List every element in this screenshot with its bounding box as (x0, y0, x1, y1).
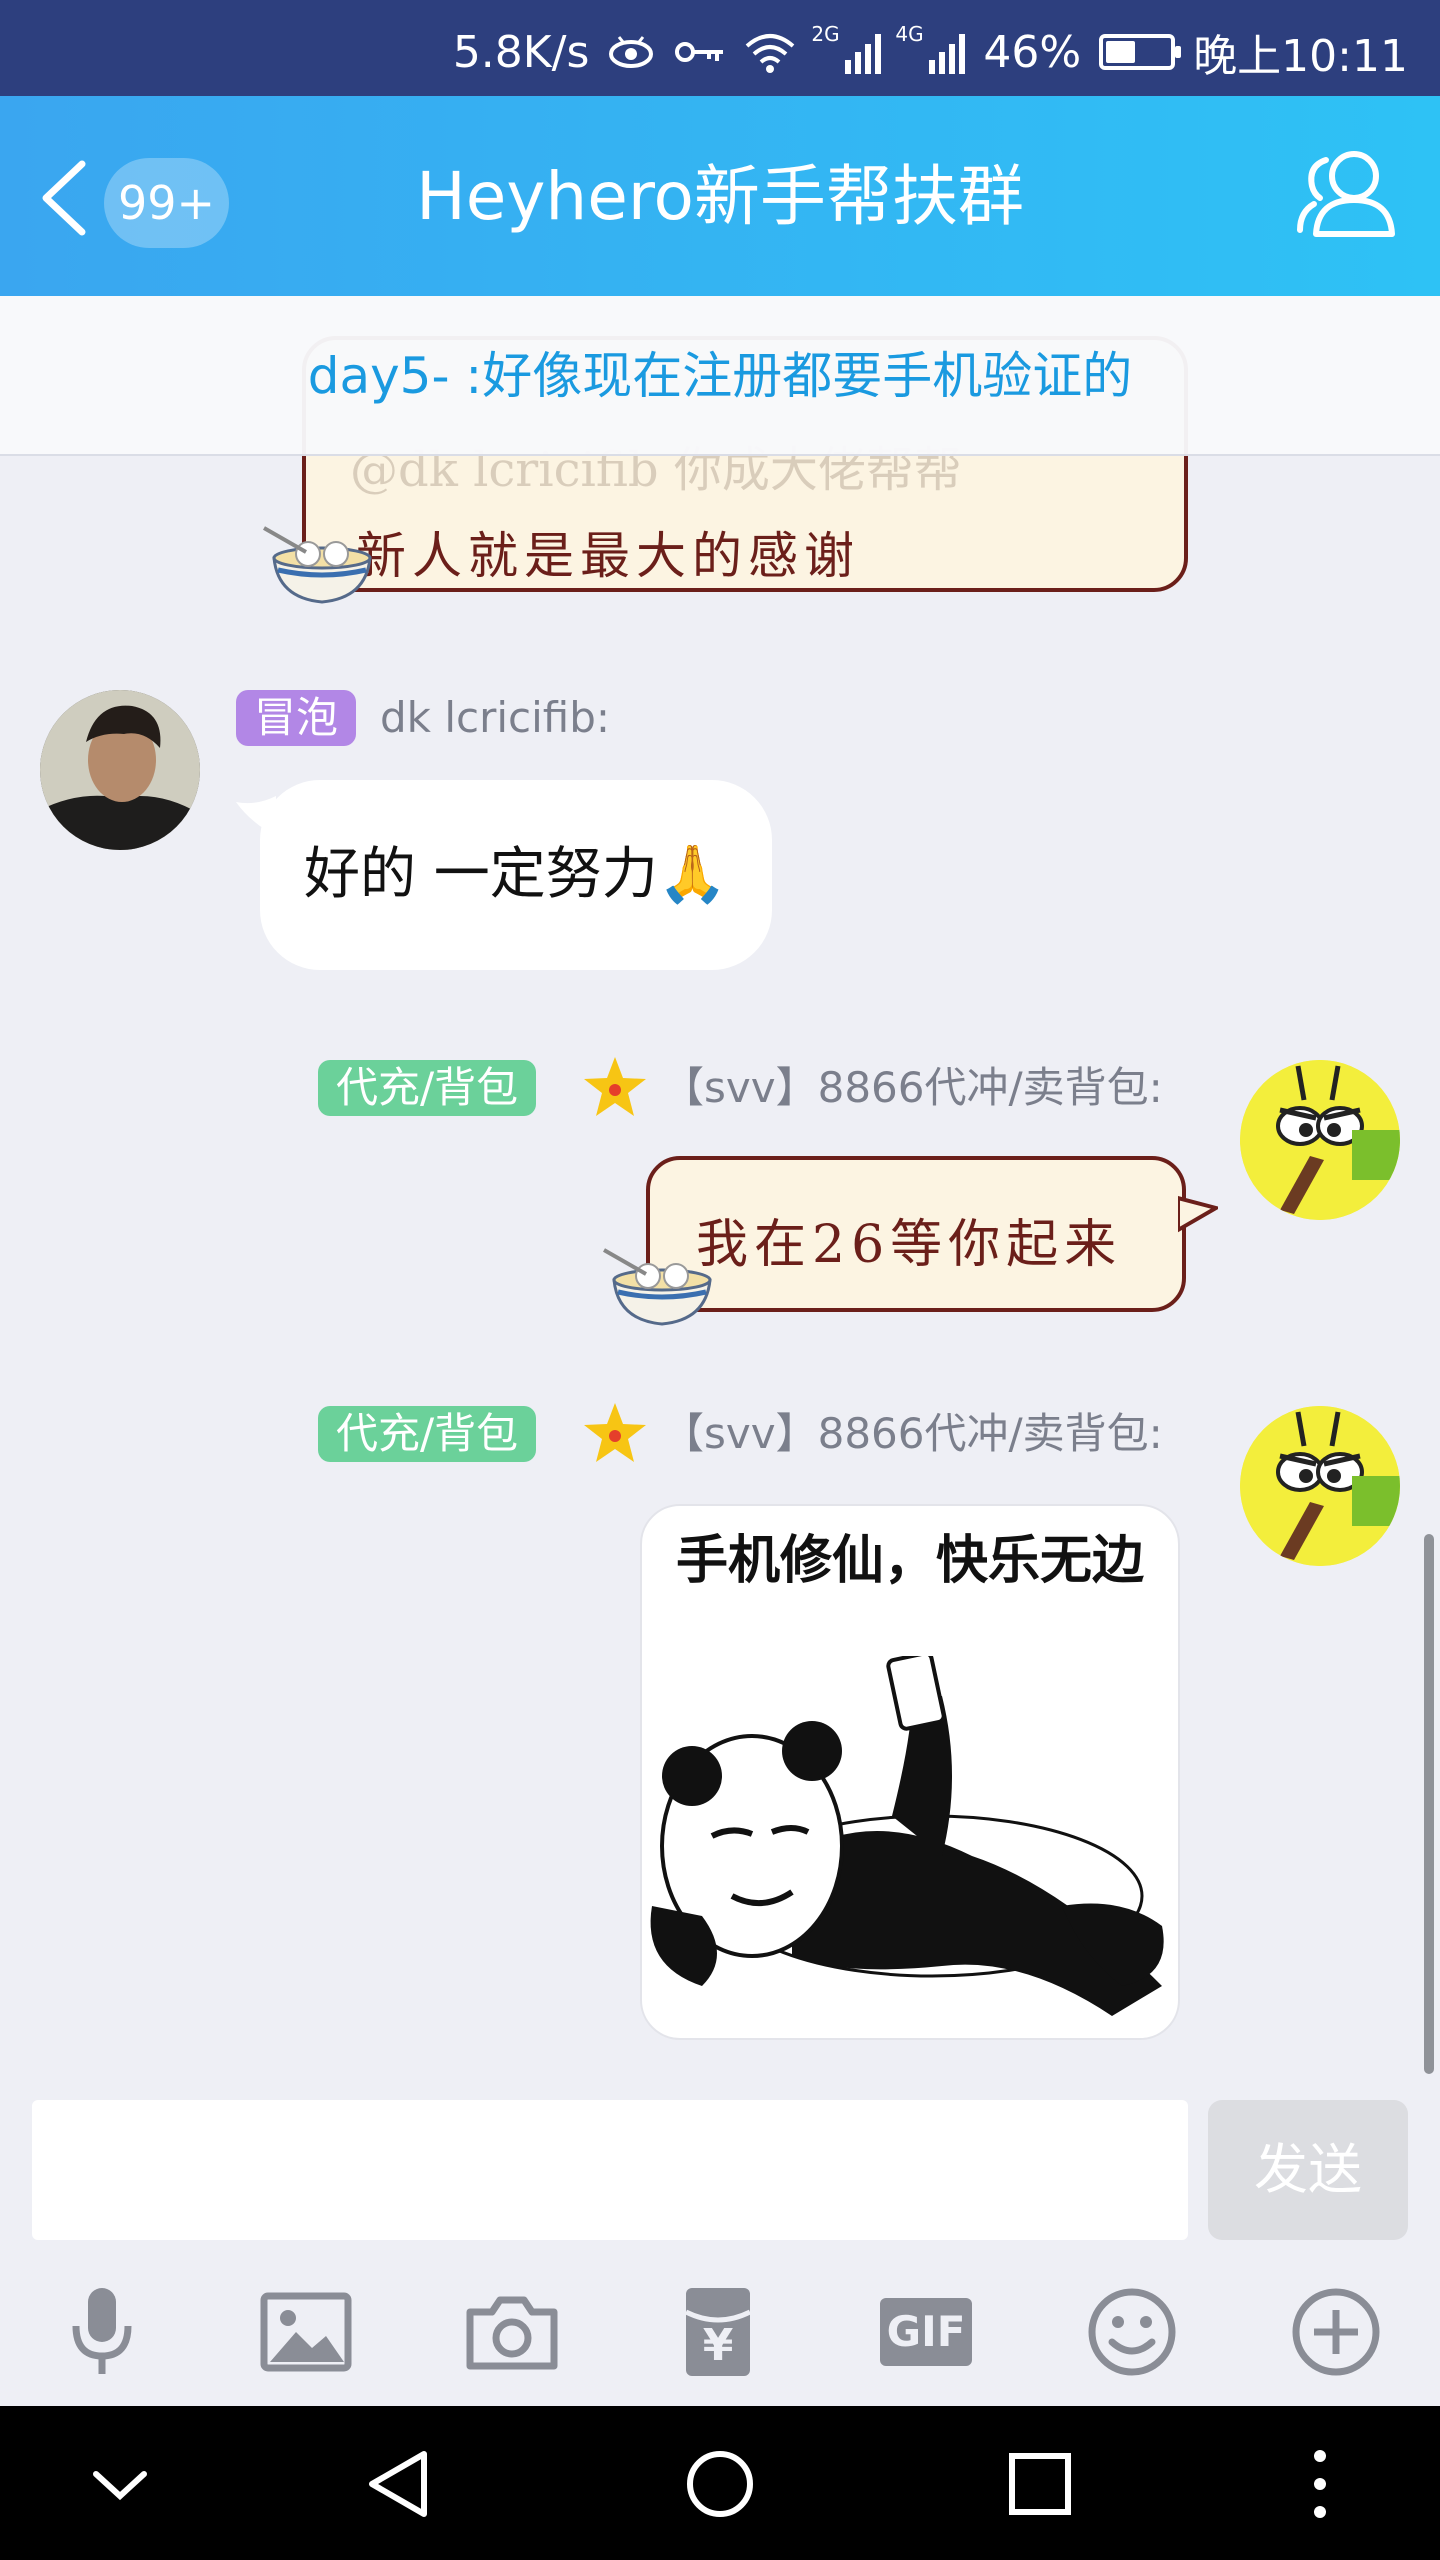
paper-tail-icon (1178, 1195, 1218, 1233)
signal-4g-icon: 4G (895, 22, 966, 74)
chat-scrollbar[interactable] (1424, 1534, 1434, 2074)
star-icon (584, 1403, 646, 1462)
avatar[interactable] (40, 690, 200, 850)
camera-icon[interactable] (462, 2282, 562, 2382)
paper-line: 新人就是最大的感谢 (356, 527, 860, 585)
battery-icon (1099, 34, 1182, 70)
star-icon (584, 1057, 646, 1116)
back-icon[interactable] (360, 2444, 440, 2524)
gif-icon[interactable]: GIF (876, 2282, 976, 2382)
emoji-icon[interactable] (1082, 2282, 1182, 2382)
rice-bowl-icon (263, 526, 372, 604)
pinned-notice[interactable]: day5- :好像现在注册都要手机验证的 (0, 296, 1440, 456)
image-icon[interactable] (256, 2282, 356, 2382)
system-nav-bar (0, 2406, 1440, 2560)
more-icon[interactable] (1280, 2444, 1360, 2524)
clock: 晚上10:11 (1193, 31, 1408, 82)
status-bar: 5.8K/s 2G 4G 46% 晚上10:11 (0, 0, 1440, 96)
home-icon[interactable] (680, 2444, 760, 2524)
page-title: Heyhero新手帮扶群 (416, 158, 1024, 235)
key-icon (675, 42, 724, 62)
rice-bowl-icon (603, 1248, 712, 1326)
avatar[interactable] (1240, 1406, 1400, 1566)
red-packet-icon[interactable]: ¥ (668, 2282, 768, 2382)
paper-message-text: 我在26等你起来 (696, 1215, 1123, 1275)
chat-area[interactable]: @dk lcricifib 你成大佬帮帮 新人就是最大的感谢 冒泡 dk lcr… (0, 296, 1440, 2080)
member-tag: 冒泡 (236, 690, 357, 746)
yuan-symbol: ¥ (702, 2320, 734, 2371)
gif-label: GIF (886, 2307, 966, 2356)
recents-icon[interactable] (1000, 2444, 1080, 2524)
panda-meme-image (650, 1656, 1164, 2016)
microphone-icon[interactable] (52, 2282, 152, 2382)
sender-name[interactable]: 【svv】8866代冲/卖背包: (662, 1060, 1163, 1116)
plus-icon[interactable] (1286, 2282, 1386, 2382)
signal-4g-label: 4G (895, 22, 924, 46)
signal-2g-icon: 2G (811, 22, 882, 74)
sticker-message[interactable]: 手机修仙，快乐无边 (640, 1504, 1180, 2040)
eye-icon (609, 36, 654, 68)
signal-2g-label: 2G (811, 22, 840, 46)
group-members-icon[interactable] (1294, 142, 1400, 248)
composer: 发送 (0, 2080, 1440, 2250)
sender-name[interactable]: dk lcricifib: (380, 690, 610, 746)
battery-percent: 46% (983, 26, 1082, 78)
member-tag: 代充/背包 (318, 1060, 537, 1116)
paper-message[interactable]: 我在26等你起来 (646, 1156, 1186, 1312)
avatar[interactable] (1240, 1060, 1400, 1220)
message-input[interactable] (32, 2100, 1188, 2240)
input-toolbar: ¥ GIF (0, 2250, 1440, 2406)
sender-name[interactable]: 【svv】8866代冲/卖背包: (662, 1406, 1163, 1462)
sticker-caption: 手机修仙，快乐无边 (675, 1531, 1144, 1591)
title-bar: 99+ Heyhero新手帮扶群 (0, 96, 1440, 296)
wifi-icon (746, 34, 795, 73)
member-tag: 代充/背包 (318, 1406, 537, 1462)
net-speed: 5.8K/s (452, 26, 590, 78)
hide-keyboard-icon[interactable] (80, 2444, 160, 2524)
send-button[interactable]: 发送 (1208, 2100, 1408, 2240)
text-message-bubble[interactable]: 好的 一定努力🙏 (260, 780, 772, 970)
